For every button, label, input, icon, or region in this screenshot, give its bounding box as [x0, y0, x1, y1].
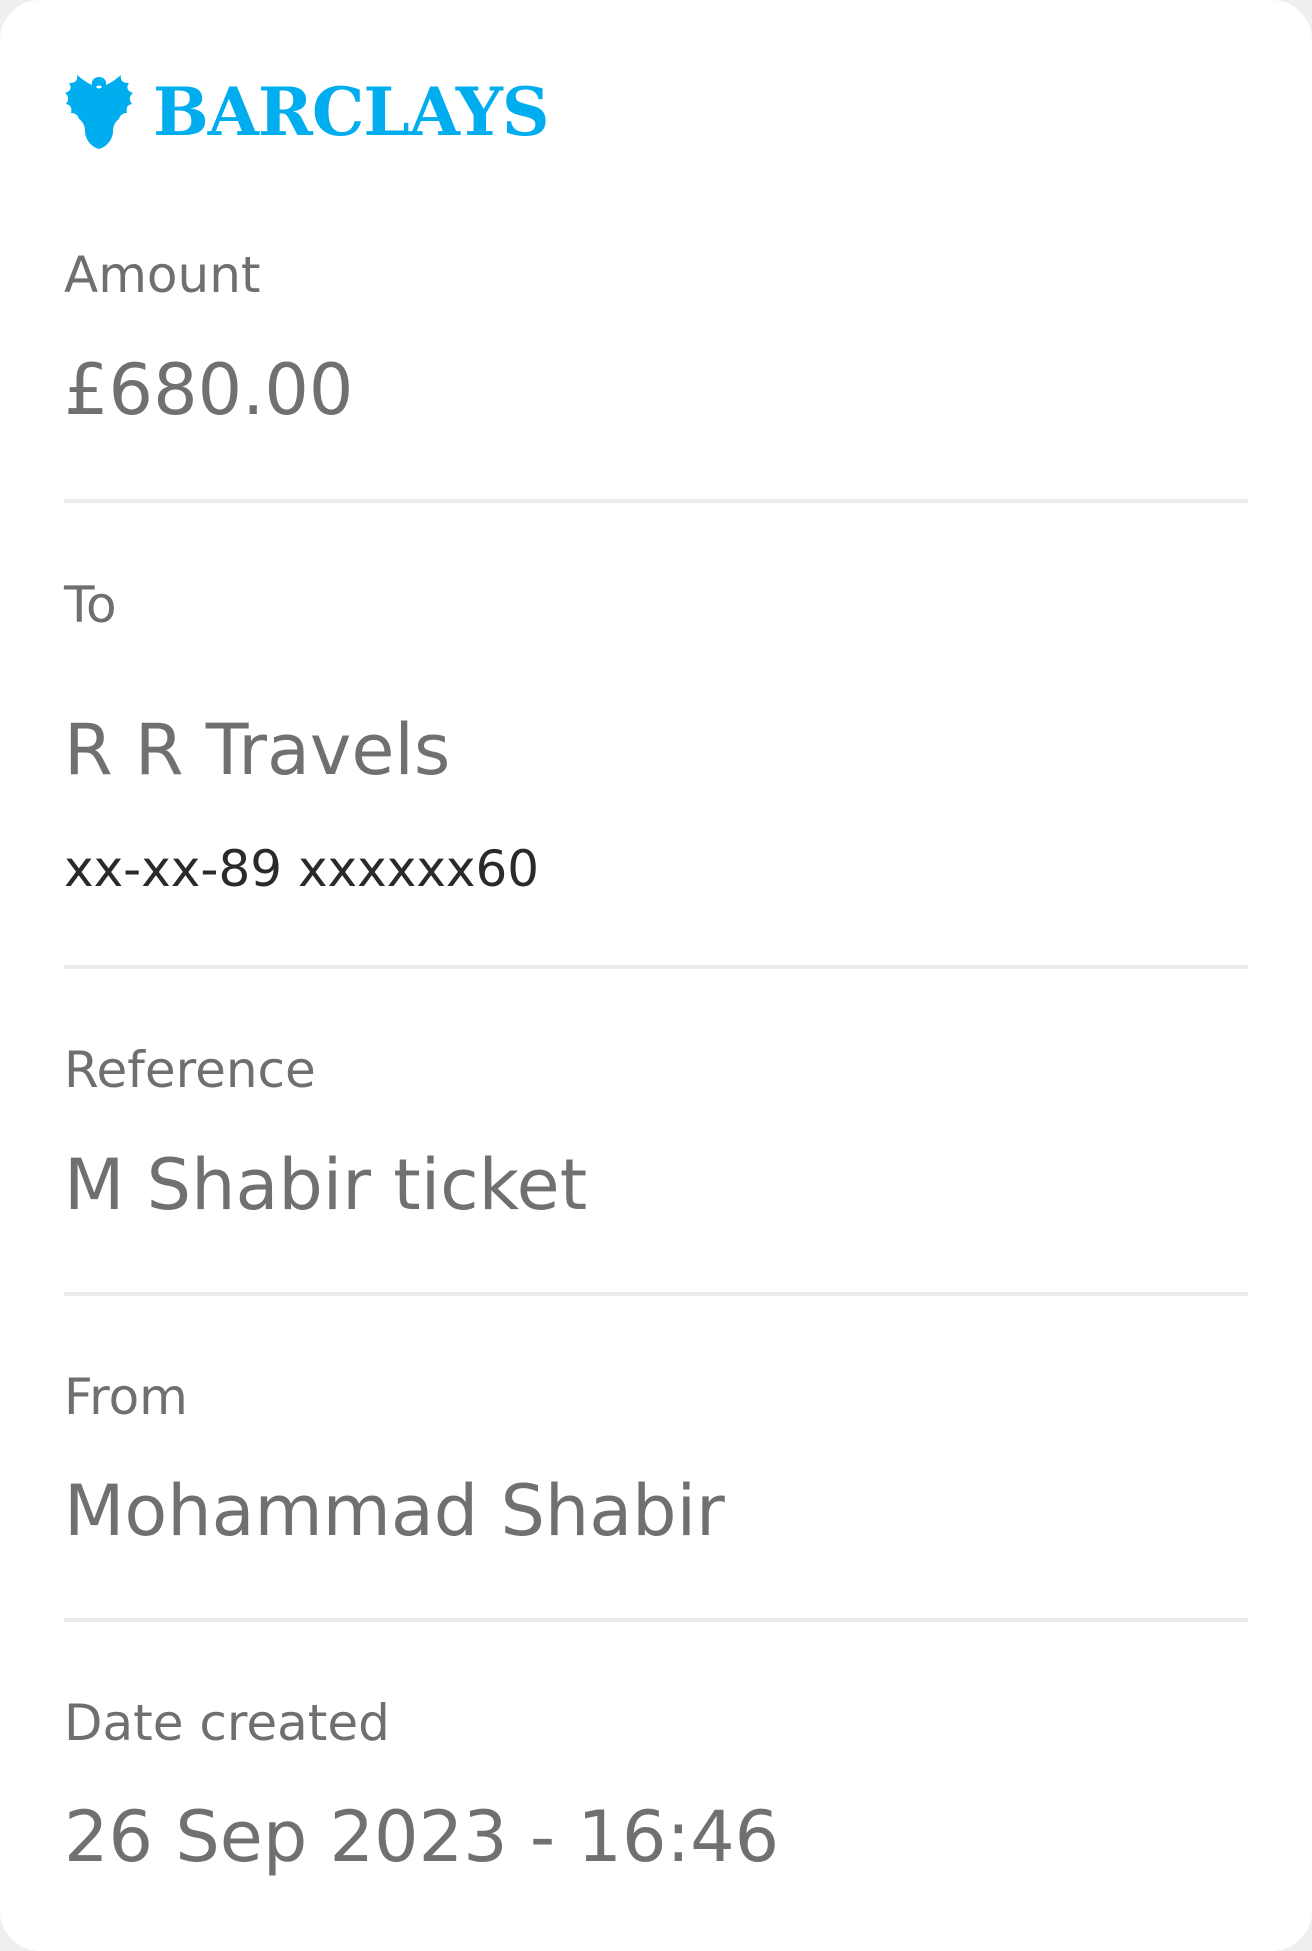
- from-label: From: [64, 1368, 188, 1426]
- divider: [64, 965, 1248, 969]
- amount-label: Amount: [64, 246, 261, 304]
- recipient-name: R R Travels: [64, 709, 451, 791]
- date-created-label: Date created: [64, 1694, 390, 1752]
- divider: [64, 1618, 1248, 1622]
- date-created-value: 26 Sep 2023 - 16:46: [64, 1796, 780, 1878]
- recipient-account: xx-xx-89 xxxxxx60: [64, 840, 540, 898]
- amount-value: £680.00: [64, 349, 354, 431]
- to-label: To: [64, 576, 117, 634]
- from-value: Mohammad Shabir: [64, 1470, 725, 1552]
- barclays-logo: BARCLAYS: [63, 72, 549, 152]
- reference-value: M Shabir ticket: [64, 1144, 588, 1226]
- reference-label: Reference: [64, 1041, 316, 1099]
- payment-details-card: BARCLAYS Amount £680.00 To R R Travels x…: [0, 0, 1312, 1951]
- divider: [64, 1292, 1248, 1296]
- brand-name: BARCLAYS: [153, 73, 549, 151]
- eagle-icon: [63, 73, 135, 151]
- divider: [64, 499, 1248, 503]
